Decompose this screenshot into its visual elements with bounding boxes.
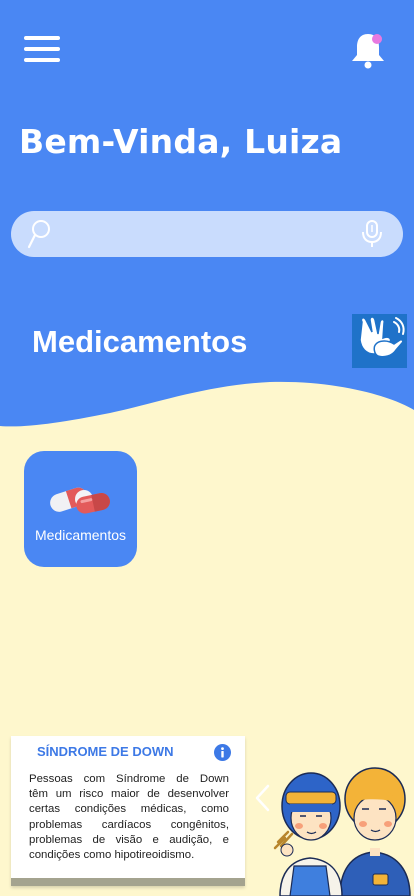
- bell-icon[interactable]: [348, 30, 388, 70]
- info-line: certas condições médicas, como: [29, 803, 229, 816]
- microphone-icon[interactable]: [360, 219, 384, 249]
- info-line: problemas cardíacos congênitos,: [29, 818, 229, 831]
- children-illustration: [273, 767, 411, 896]
- pill-icon: [50, 487, 110, 514]
- info-line: Pessoas com Síndrome de Down: [29, 773, 229, 785]
- search-bar[interactable]: [11, 211, 403, 257]
- medicamentos-tile[interactable]: Medicamentos: [24, 451, 137, 567]
- search-input[interactable]: [67, 219, 361, 251]
- info-line: condições como hipotireoidismo.: [29, 849, 195, 862]
- info-line: problemas de visão e audição, e: [29, 833, 229, 846]
- search-icon[interactable]: [26, 218, 52, 250]
- hamburger-menu-icon[interactable]: [24, 36, 60, 64]
- info-icon[interactable]: [214, 744, 231, 761]
- notification-badge: [372, 34, 382, 44]
- greeting-title: Bem-Vinda, Luiza: [19, 122, 343, 161]
- info-card-footer: [11, 878, 245, 886]
- info-card-title: SÍNDROME DE DOWN: [37, 744, 174, 759]
- sign-language-icon[interactable]: [352, 314, 407, 368]
- info-card-text: Pessoas com Síndrome de Down têm um risc…: [29, 772, 229, 863]
- info-line: têm um risco maior de desenvolver: [29, 788, 229, 801]
- info-card: SÍNDROME DE DOWN Pessoas com Síndrome de…: [11, 736, 245, 886]
- section-title: Medicamentos: [32, 324, 248, 359]
- tile-label: Medicamentos: [34, 527, 127, 543]
